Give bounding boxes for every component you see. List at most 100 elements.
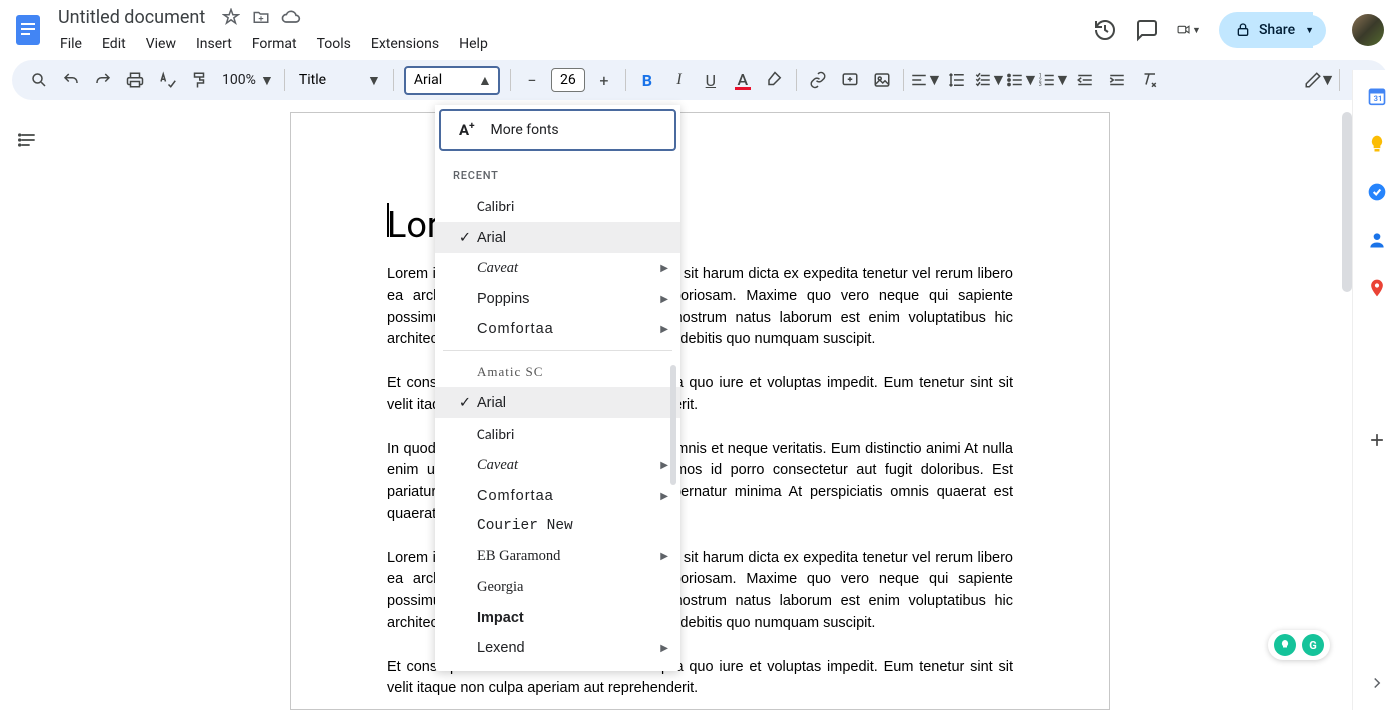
font-menu-scrollbar[interactable] — [670, 365, 676, 485]
font-item-georgia[interactable]: Georgia — [435, 572, 680, 603]
left-dock — [8, 122, 48, 158]
font-item-caveat[interactable]: Caveat▶ — [435, 450, 680, 481]
font-name-label: Amatic SC — [477, 364, 668, 380]
add-font-icon: A+ — [459, 121, 475, 139]
share-label: Share — [1259, 22, 1295, 38]
header: Untitled document File Edit View Insert … — [0, 0, 1400, 60]
align-button[interactable]: ▼ — [910, 65, 940, 95]
undo-icon[interactable] — [56, 65, 86, 95]
submenu-arrow-icon: ▶ — [660, 324, 668, 335]
menu-extensions[interactable]: Extensions — [363, 32, 447, 56]
submenu-arrow-icon: ▶ — [660, 491, 668, 502]
star-icon[interactable] — [221, 7, 241, 27]
title-area: Untitled document File Edit View Insert … — [52, 5, 1093, 56]
font-item-comfortaa[interactable]: Comfortaa▶ — [435, 481, 680, 511]
font-menu: A+ More fonts RECENT Calibri✓ArialCaveat… — [435, 105, 680, 671]
font-item-arial[interactable]: ✓Arial — [435, 387, 680, 418]
font-name-label: Arial — [477, 230, 668, 246]
decrease-font-size[interactable]: − — [517, 65, 547, 95]
editing-mode-button[interactable]: ▼ — [1303, 65, 1333, 95]
vertical-scrollbar[interactable] — [1342, 112, 1352, 292]
move-icon[interactable] — [251, 7, 271, 27]
font-item-calibri[interactable]: Calibri — [435, 190, 680, 222]
submenu-arrow-icon: ▶ — [660, 263, 668, 274]
font-item-calibri[interactable]: Calibri — [435, 418, 680, 450]
maps-app-icon[interactable] — [1367, 278, 1387, 298]
font-item-poppins[interactable]: Poppins▶ — [435, 284, 680, 314]
menubar: File Edit View Insert Format Tools Exten… — [52, 32, 1093, 56]
calendar-app-icon[interactable]: 31 — [1367, 86, 1387, 106]
font-item-impact[interactable]: Impact — [435, 603, 680, 633]
tasks-app-icon[interactable] — [1367, 182, 1387, 202]
contacts-app-icon[interactable] — [1367, 230, 1387, 250]
font-size-input[interactable] — [551, 68, 585, 92]
separator — [393, 69, 394, 91]
cloud-status-icon[interactable] — [281, 7, 301, 27]
font-name-label: Calibri — [477, 197, 668, 215]
font-name-label: Comfortaa — [477, 488, 668, 504]
separator — [903, 69, 904, 91]
comments-icon[interactable] — [1135, 18, 1159, 42]
menu-format[interactable]: Format — [244, 32, 305, 56]
menu-insert[interactable]: Insert — [188, 32, 240, 56]
submenu-arrow-icon: ▶ — [660, 460, 668, 471]
menu-file[interactable]: File — [52, 32, 90, 56]
insert-link-icon[interactable] — [803, 65, 833, 95]
font-item-amatic-sc[interactable]: Amatic SC — [435, 357, 680, 387]
paint-format-icon[interactable] — [184, 65, 214, 95]
line-spacing-button[interactable] — [942, 65, 972, 95]
share-dropdown[interactable]: ▼ — [1297, 15, 1326, 46]
spellcheck-icon[interactable] — [152, 65, 182, 95]
meet-icon[interactable]: ▼ — [1177, 18, 1201, 42]
menu-view[interactable]: View — [138, 32, 184, 56]
search-icon[interactable] — [24, 65, 54, 95]
keep-app-icon[interactable] — [1367, 134, 1387, 154]
check-icon: ✓ — [453, 394, 477, 411]
expand-side-panel-icon[interactable] — [1368, 674, 1386, 696]
numbered-list-button[interactable]: 123▼ — [1038, 65, 1068, 95]
docs-logo[interactable] — [8, 10, 48, 50]
bold-button[interactable]: B — [632, 65, 662, 95]
font-item-eb-garamond[interactable]: EB Garamond▶ — [435, 541, 680, 572]
italic-button[interactable]: I — [664, 65, 694, 95]
print-icon[interactable] — [120, 65, 150, 95]
font-item-caveat[interactable]: Caveat▶ — [435, 253, 680, 284]
increase-indent-icon[interactable] — [1102, 65, 1132, 95]
menu-help[interactable]: Help — [451, 32, 496, 56]
font-name-label: Poppins — [477, 291, 668, 307]
insert-image-icon[interactable] — [867, 65, 897, 95]
more-fonts-button[interactable]: A+ More fonts — [439, 109, 676, 151]
font-name-label: Comfortaa — [477, 321, 668, 337]
user-avatar[interactable] — [1352, 14, 1384, 46]
menu-edit[interactable]: Edit — [94, 32, 134, 56]
checklist-button[interactable]: ▼ — [974, 65, 1004, 95]
grammarly-suggestions-icon — [1274, 634, 1296, 656]
font-item-lexend[interactable]: Lexend▶ — [435, 633, 680, 663]
history-icon[interactable] — [1093, 18, 1117, 42]
font-name-label: Impact — [477, 610, 668, 626]
add-comment-icon[interactable] — [835, 65, 865, 95]
highlight-button[interactable] — [760, 65, 790, 95]
grammarly-widget[interactable]: G — [1268, 630, 1330, 660]
paragraph-style-dropdown[interactable]: Title▼ — [291, 72, 387, 89]
font-name-label: Courier New — [477, 518, 668, 534]
underline-button[interactable]: U — [696, 65, 726, 95]
submenu-arrow-icon: ▶ — [660, 551, 668, 562]
clear-formatting-icon[interactable] — [1134, 65, 1164, 95]
add-app-icon[interactable] — [1367, 430, 1387, 450]
zoom-dropdown[interactable]: 100%▼ — [216, 72, 278, 89]
redo-icon[interactable] — [88, 65, 118, 95]
decrease-indent-icon[interactable] — [1070, 65, 1100, 95]
increase-font-size[interactable]: + — [589, 65, 619, 95]
font-item-arial[interactable]: ✓Arial — [435, 222, 680, 253]
document-page[interactable]: Lorem Lorem ipsum dolor sit amet. Vel su… — [290, 112, 1110, 710]
font-item-comfortaa[interactable]: Comfortaa▶ — [435, 314, 680, 344]
outline-toggle-icon[interactable] — [10, 122, 46, 158]
separator — [796, 69, 797, 91]
menu-tools[interactable]: Tools — [309, 32, 359, 56]
bulleted-list-button[interactable]: ▼ — [1006, 65, 1036, 95]
text-color-button[interactable]: A — [728, 65, 758, 95]
document-title[interactable]: Untitled document — [52, 5, 211, 30]
font-dropdown[interactable]: Arial▲ — [404, 66, 500, 95]
font-item-courier-new[interactable]: Courier New — [435, 511, 680, 541]
